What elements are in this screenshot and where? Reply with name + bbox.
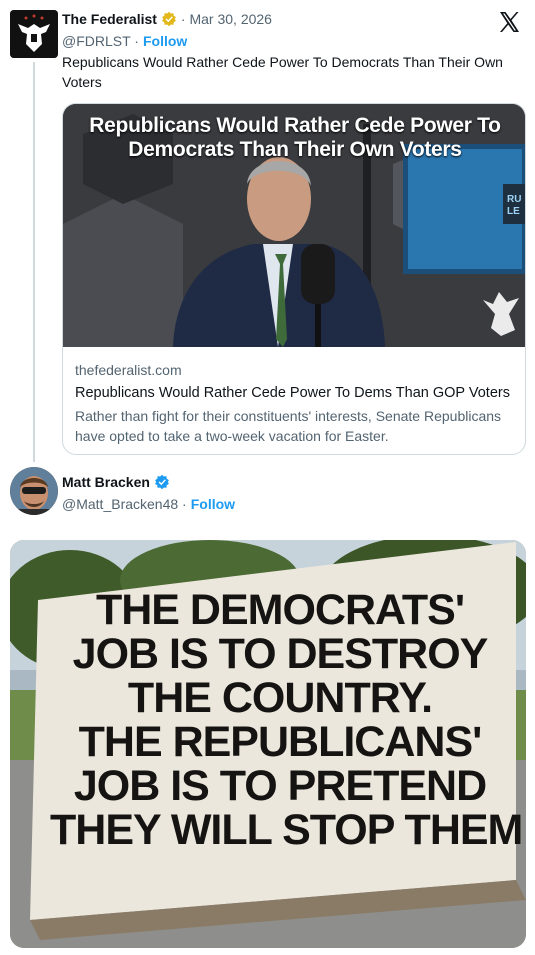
sign-line: THE REPUBLICANS': [78, 718, 483, 766]
card-image-headline-line1: Republicans Would Rather Cede Power To: [89, 114, 501, 137]
author-name[interactable]: The Federalist: [62, 11, 157, 27]
card-image-headline-line2: Democrats Than Their Own Voters: [128, 138, 462, 161]
card-title[interactable]: Republicans Would Rather Cede Power To D…: [75, 382, 515, 404]
svg-text:LE: LE: [507, 206, 520, 217]
federalist-avatar[interactable]: [10, 10, 58, 58]
tweet-date[interactable]: · Mar 30, 2026: [181, 11, 272, 27]
federalist-eagle-logo: [10, 10, 58, 58]
card-domain: thefederalist.com: [75, 362, 182, 378]
link-card[interactable]: RU LE Republicans Would Rather Cede Powe…: [62, 103, 526, 455]
svg-text:RU: RU: [507, 194, 521, 205]
card-image-headline: Republicans Would Rather Cede Power To D…: [63, 114, 525, 162]
card-image: RU LE Republicans Would Rather Cede Powe…: [63, 104, 525, 347]
x-logo-icon[interactable]: [497, 10, 521, 34]
matt-bracken-avatar[interactable]: [10, 467, 58, 515]
tweet-text: Republicans Would Rather Cede Power To D…: [62, 54, 503, 90]
tweet2-handle-row: @Matt_Bracken48 · Follow: [62, 496, 235, 512]
blue-verified-badge-icon: [155, 474, 169, 490]
sign-line: THE DEMOCRATS': [95, 586, 465, 634]
tweet1-header: The Federalist · Mar 30, 2026: [62, 11, 272, 27]
author-handle[interactable]: @Matt_Bracken48 ·: [62, 496, 187, 512]
card-body: thefederalist.com Republicans Would Rath…: [75, 360, 515, 446]
sign-line: JOB IS TO PRETEND: [73, 762, 487, 810]
follow-button[interactable]: Follow: [143, 33, 187, 49]
thread-connector-line: [33, 62, 35, 462]
sign-line: THEY WILL STOP THEM: [50, 806, 523, 854]
author-handle[interactable]: @FDRLST ·: [62, 33, 139, 49]
card-description: Rather than fight for their constituents…: [75, 408, 502, 444]
gold-verified-badge-icon: [162, 11, 176, 27]
sign-line: JOB IS TO DESTROY: [72, 630, 489, 678]
tweet-photo[interactable]: THE DEMOCRATS' JOB IS TO DESTROY THE COU…: [10, 540, 526, 948]
sign-text: THE DEMOCRATS' JOB IS TO DESTROY THE COU…: [50, 586, 523, 854]
avatar-photo: [10, 467, 58, 515]
author-name[interactable]: Matt Bracken: [62, 474, 150, 490]
tweet2-header: Matt Bracken: [62, 474, 170, 490]
sign-line: THE COUNTRY.: [127, 674, 433, 722]
follow-button[interactable]: Follow: [191, 496, 235, 512]
tweet1-handle-row: @FDRLST · Follow: [62, 33, 187, 49]
